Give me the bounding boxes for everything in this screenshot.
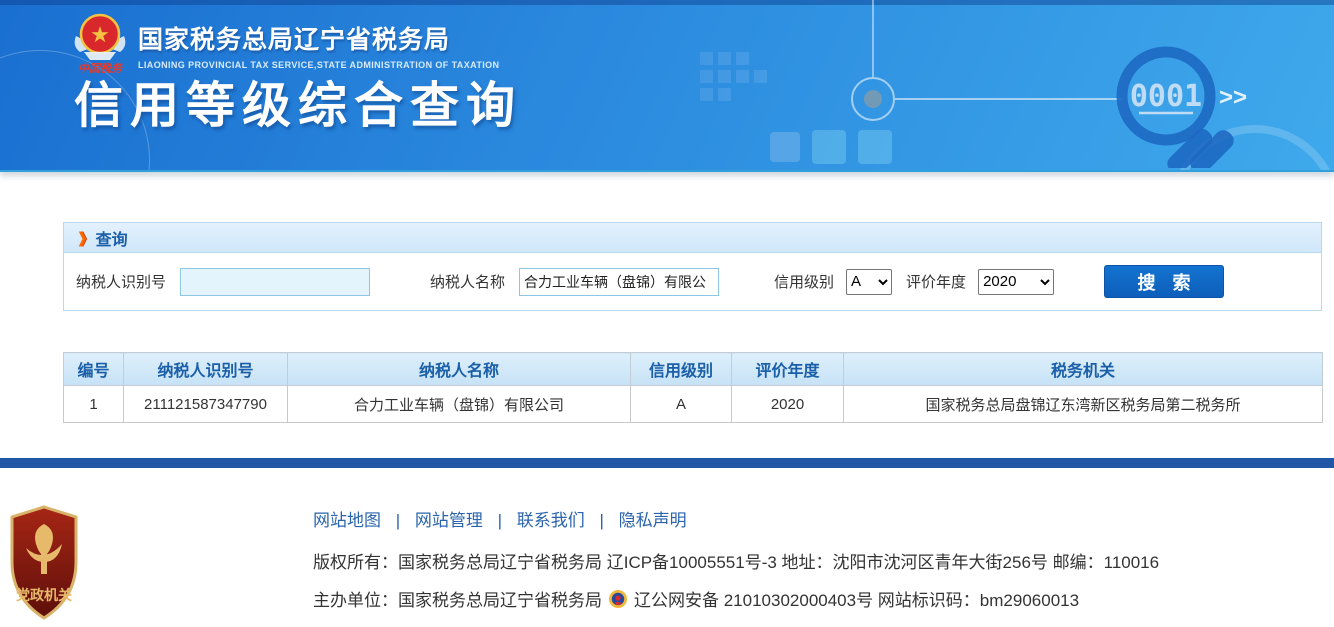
- col-header-index: 编号: [64, 353, 124, 386]
- square-decoration: [812, 130, 846, 164]
- link-contact-us[interactable]: 联系我们: [517, 511, 585, 530]
- taxpayer-id-label: 纳税人识别号: [76, 271, 166, 292]
- square-decoration: [770, 132, 800, 162]
- col-header-credit-level: 信用级别: [631, 353, 732, 386]
- cell-tax-authority: 国家税务总局盘锦辽东湾新区税务局第二税务所: [844, 386, 1323, 423]
- results-table: 编号 纳税人识别号 纳税人名称 信用级别 评价年度 税务机关 1 2111215…: [63, 352, 1323, 423]
- target-circle-decoration: [851, 77, 895, 121]
- eval-year-select[interactable]: 2020: [978, 269, 1054, 295]
- party-government-badge-icon: 党政机关: [8, 504, 80, 622]
- col-header-eval-year: 评价年度: [732, 353, 844, 386]
- cell-credit-level: A: [631, 386, 732, 423]
- square-decoration: [700, 52, 713, 65]
- police-badge-icon: [608, 589, 628, 609]
- brand: ★ 中国税务 国家税务总局辽宁省税务局 LIAONING PROVINCIAL …: [70, 12, 499, 74]
- square-decoration: [736, 70, 749, 83]
- counter-text: 0001: [1130, 79, 1202, 114]
- square-decoration: [718, 70, 731, 83]
- tax-bureau-logo: ★ 中国税务: [70, 12, 130, 74]
- magnifier-icon: 0001 >>: [1103, 38, 1273, 168]
- link-separator: |: [600, 511, 604, 530]
- square-decoration: [736, 52, 749, 65]
- square-decoration: [700, 88, 713, 101]
- query-panel-title: 查询: [96, 226, 128, 250]
- cell-taxpayer-name: 合力工业车辆（盘锦）有限公司: [288, 386, 631, 423]
- line-decoration: [895, 98, 1121, 100]
- taxpayer-name-label: 纳税人名称: [430, 271, 505, 292]
- link-site-map[interactable]: 网站地图: [313, 511, 381, 530]
- square-decoration: [858, 130, 892, 164]
- query-panel-header: ❱ 查询: [64, 223, 1321, 253]
- cell-eval-year: 2020: [732, 386, 844, 423]
- copyright-line: 版权所有：国家税务总局辽宁省税务局 辽ICP备10005551号-3 地址：沈阳…: [313, 548, 1159, 573]
- separator-bar: [0, 458, 1334, 468]
- square-decoration: [718, 88, 731, 101]
- organizer-prefix: 主办单位：国家税务总局辽宁省税务局: [313, 586, 602, 611]
- eval-year-label: 评价年度: [906, 271, 966, 292]
- badge-label: 党政机关: [16, 587, 72, 603]
- table-row: 1 211121587347790 合力工业车辆（盘锦）有限公司 A 2020 …: [64, 386, 1323, 423]
- col-header-taxpayer-name: 纳税人名称: [288, 353, 631, 386]
- organizer-line: 主办单位：国家税务总局辽宁省税务局 辽公网安备 21010302000403号 …: [313, 586, 1159, 611]
- square-decoration: [718, 52, 731, 65]
- link-site-admin[interactable]: 网站管理: [415, 511, 483, 530]
- query-panel: ❱ 查询 纳税人识别号 纳税人名称 信用级别 A 评价年度 2020 搜 索: [63, 222, 1322, 311]
- svg-text:★: ★: [90, 22, 110, 47]
- link-separator: |: [396, 511, 400, 530]
- col-header-taxpayer-id: 纳税人识别号: [124, 353, 288, 386]
- page-title: 信用等级综合查询: [74, 66, 522, 137]
- organizer-suffix: 辽公网安备 21010302000403号 网站标识码：bm29060013: [634, 586, 1079, 611]
- cell-index: 1: [64, 386, 124, 423]
- arrows-decoration: >>: [1219, 84, 1247, 111]
- copyright-text: 版权所有：国家税务总局辽宁省税务局 辽ICP备10005551号-3 地址：沈阳…: [313, 548, 1159, 573]
- credit-level-select[interactable]: A: [846, 269, 892, 295]
- col-header-tax-authority: 税务机关: [844, 353, 1323, 386]
- org-name: 国家税务总局辽宁省税务局: [138, 20, 499, 56]
- orange-arrow-icon: ❱: [76, 229, 89, 247]
- search-button[interactable]: 搜 索: [1104, 265, 1224, 298]
- site-footer: 党政机关 网站地图 | 网站管理 | 联系我们 | 隐私声明 版权所有：国家税务…: [0, 468, 1334, 627]
- taxpayer-name-input[interactable]: [519, 268, 719, 296]
- site-header: 0001 >> ★ 中国税务 国家税务总局辽宁省税务局 LIAONING PRO…: [0, 0, 1334, 172]
- square-decoration: [754, 70, 767, 83]
- taxpayer-id-input[interactable]: [180, 268, 370, 296]
- table-header-row: 编号 纳税人识别号 纳税人名称 信用级别 评价年度 税务机关: [64, 353, 1323, 386]
- query-form: 纳税人识别号 纳税人名称 信用级别 A 评价年度 2020 搜 索: [64, 253, 1321, 310]
- link-privacy[interactable]: 隐私声明: [619, 511, 687, 530]
- cell-taxpayer-id: 211121587347790: [124, 386, 288, 423]
- footer-links: 网站地图 | 网站管理 | 联系我们 | 隐私声明: [313, 506, 1159, 531]
- square-decoration: [700, 70, 713, 83]
- line-decoration: [872, 0, 874, 77]
- link-separator: |: [498, 511, 502, 530]
- credit-level-label: 信用级别: [774, 271, 834, 292]
